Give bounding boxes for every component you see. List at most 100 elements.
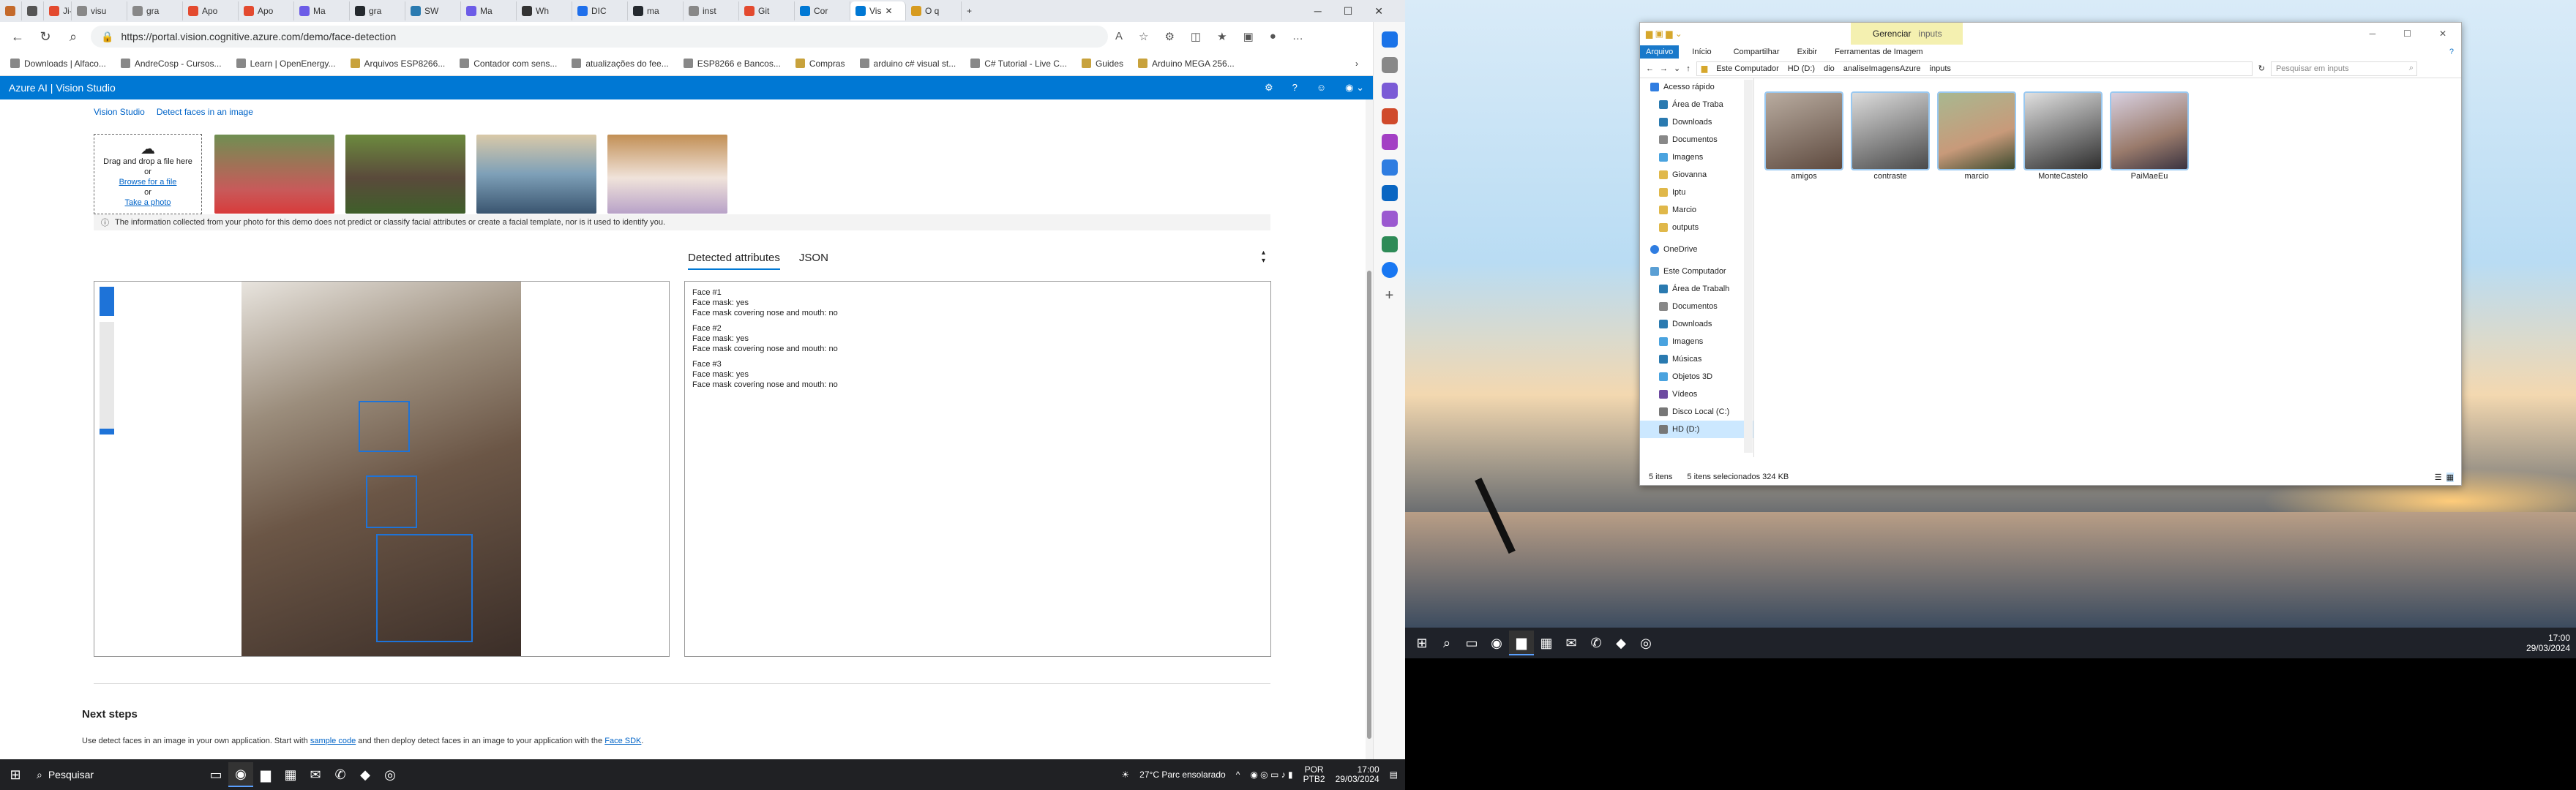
maximize-icon[interactable]: ☐ [2403,29,2411,39]
explorer-search-input[interactable]: Pesquisar em inputs ⌕ [2270,61,2417,76]
add-sidebar-icon[interactable]: + [1382,287,1398,304]
language-indicator[interactable]: POR PTB2 [1303,765,1325,784]
account-icon[interactable]: ◉ ⌄ [1345,82,1364,94]
nav-this-pc[interactable]: Este Computador [1640,263,1753,280]
edge-taskbar-icon[interactable]: ◉ [228,762,253,787]
refresh-icon[interactable]: ↻ [35,26,56,47]
nav-item[interactable]: Imagens [1640,333,1753,350]
facebook-icon[interactable] [1381,262,1398,278]
tab-detected-attributes[interactable]: Detected attributes [688,252,780,270]
zoom-slider-track[interactable] [100,322,114,432]
nav-item[interactable]: outputs [1640,219,1753,236]
scrollbar-thumb[interactable] [1367,271,1371,739]
tab-json[interactable]: JSON [799,252,828,270]
games-icon[interactable] [1381,134,1398,150]
file-explorer-taskbar-icon[interactable]: ▆ [1509,631,1534,655]
profile-icon[interactable]: ● [1270,30,1276,43]
nav-item[interactable]: Documentos [1640,298,1753,315]
browse-file-link[interactable]: Browse for a file [94,177,201,187]
path-segment[interactable]: analiseImagensAzure [1843,64,1921,73]
store-taskbar-icon[interactable]: ▦ [278,762,303,787]
address-bar[interactable]: 🔒 https://portal.vision.cognitive.azure.… [91,26,1108,48]
tab-1[interactable]: Ji-Pr [44,1,72,20]
recent-icon[interactable]: ⌄ [1674,64,1680,73]
copilot-icon[interactable] [1381,31,1398,48]
sample-code-link[interactable]: sample code [310,737,356,745]
tab-6[interactable]: Ma [294,1,350,20]
maximize-icon[interactable]: ☐ [1344,5,1353,18]
nav-item[interactable]: Área de Traba [1640,96,1753,113]
nav-item[interactable]: Área de Trabalh [1640,280,1753,298]
file-drop-zone[interactable]: ☁ Drag and drop a file here or Browse fo… [94,134,202,214]
taskbar-search[interactable]: ⌕ Pesquisar [28,769,203,781]
tab-15[interactable]: Cor [795,1,850,20]
breadcrumb-detect-faces[interactable]: Detect faces in an image [157,107,253,117]
close-icon[interactable]: ✕ [885,6,892,16]
weather-icon[interactable]: ☀ [1121,770,1129,780]
clock[interactable]: 17:00 29/03/2024 [1336,765,1379,784]
task-view-icon[interactable]: ▭ [1459,631,1484,655]
ribbon-tab-exibir[interactable]: Exibir [1789,48,1827,56]
minimize-icon[interactable]: ─ [1314,5,1322,18]
file-item[interactable]: amigos [1764,91,1843,181]
close-window-icon[interactable]: ✕ [1374,5,1383,18]
office-icon[interactable] [1381,159,1398,176]
nav-item[interactable]: Downloads [1640,113,1753,131]
view-toggle[interactable]: ☰ ▦ [2435,472,2461,482]
split-screen-icon[interactable]: ◫ [1191,30,1201,43]
details-view-icon[interactable]: ☰ [2435,473,2442,482]
more-icon[interactable]: … [1292,30,1303,43]
path-segment[interactable]: inputs [1930,64,1951,73]
zoom-slider-handle[interactable] [100,429,114,434]
ribbon-tab-arquivo[interactable]: Arquivo [1640,45,1680,59]
manage-context-tab[interactable]: Gerenciar [1850,23,1963,45]
forward-icon[interactable]: → [1660,64,1668,73]
mail-taskbar-icon[interactable]: ✉ [303,762,328,787]
outlook-icon[interactable] [1381,185,1398,201]
bookmark-item[interactable]: Contador com sens... [460,59,557,69]
tab-5[interactable]: Apo [239,1,294,20]
designer-icon[interactable] [1381,211,1398,227]
shopping-icon[interactable] [1381,83,1398,99]
favorite-star-icon[interactable]: ☆ [1139,30,1148,43]
azure-title[interactable]: Azure AI | Vision Studio [9,82,116,94]
breadcrumb-vision-studio[interactable]: Vision Studio [94,107,145,117]
new-tab-icon[interactable]: + [962,1,984,20]
scroll-arrows-icon[interactable]: ▴ ▾ [1262,249,1265,265]
weather-text[interactable]: 27°C Parc ensolarado [1139,770,1226,780]
take-photo-link[interactable]: Take a photo [94,198,201,208]
tab-13[interactable]: inst [684,1,739,20]
feedback-icon[interactable]: ☺ [1317,82,1326,94]
back-icon[interactable]: ← [1646,64,1654,73]
sample-photo-4[interactable] [607,135,727,214]
ribbon-tab-ferramentas-imagem[interactable]: Ferramentas de Imagem [1826,48,1931,56]
path-segment[interactable]: Este Computador [1716,64,1779,73]
drop-icon[interactable] [1381,236,1398,252]
sample-photo-3[interactable] [476,135,596,214]
bookmark-item[interactable]: Arquivos ESP8266... [350,59,445,69]
tab-7[interactable]: gra [350,1,405,20]
tools-icon[interactable] [1381,108,1398,124]
search-sidebar-icon[interactable] [1381,57,1398,73]
nav-item[interactable]: Músicas [1640,350,1753,368]
task-view-icon[interactable]: ▭ [203,762,228,787]
file-item[interactable]: PaiMaeEu [2110,91,2189,181]
bookmark-item[interactable]: arduino c# visual st... [859,59,956,69]
bookmark-item[interactable]: Compras [795,59,845,69]
tab-11[interactable]: DIC [572,1,628,20]
collections-icon[interactable]: ▣ [1243,30,1254,43]
nav-item[interactable]: Imagens [1640,148,1753,166]
windows-start-icon[interactable]: ⊞ [3,762,28,787]
mail-taskbar-icon[interactable]: ✉ [1559,631,1584,655]
whatsapp-taskbar-icon[interactable]: ✆ [328,762,353,787]
up-icon[interactable]: ↑ [1686,64,1690,73]
tab-10[interactable]: Wh [517,1,572,20]
app-taskbar-icon[interactable]: ◎ [1633,631,1658,655]
path-segment[interactable]: HD (D:) [1788,64,1815,73]
windows-start-icon[interactable]: ⊞ [1409,631,1434,655]
tab-12[interactable]: ma [628,1,684,20]
nav-item[interactable]: Documentos [1640,131,1753,148]
notification-icon[interactable]: ▤ [1390,770,1398,780]
nav-item[interactable]: Objetos 3D [1640,368,1753,385]
zoom-slider-top[interactable] [100,287,114,316]
